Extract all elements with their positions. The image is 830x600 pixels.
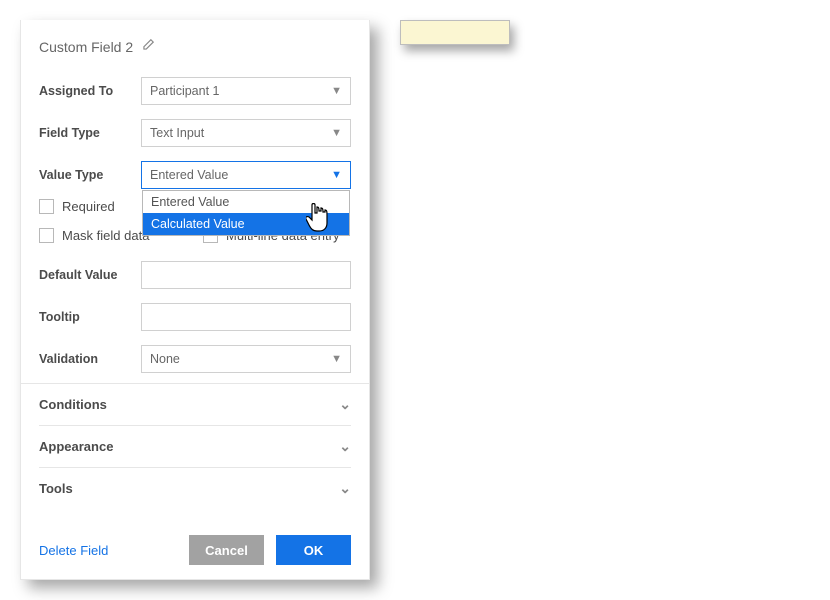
chevron-down-icon: ▼ bbox=[331, 353, 342, 365]
value-type-label: Value Type bbox=[39, 168, 141, 182]
value-type-option-entered[interactable]: Entered Value bbox=[143, 191, 349, 213]
field-type-value: Text Input bbox=[150, 126, 204, 140]
conditions-label: Conditions bbox=[39, 397, 107, 412]
field-type-select[interactable]: Text Input ▼ bbox=[141, 119, 351, 147]
value-type-dropdown: Entered Value Calculated Value bbox=[142, 190, 350, 236]
field-type-label: Field Type bbox=[39, 126, 141, 140]
value-type-option-calculated[interactable]: Calculated Value bbox=[143, 213, 349, 235]
tooltip-label: Tooltip bbox=[39, 310, 141, 324]
required-checkbox[interactable] bbox=[39, 199, 54, 214]
default-value-input[interactable] bbox=[141, 261, 351, 289]
chevron-down-icon: ▼ bbox=[331, 127, 342, 139]
chevron-down-icon: ⌄ bbox=[339, 438, 351, 455]
value-type-select[interactable]: Entered Value ▼ Entered Value Calculated… bbox=[141, 161, 351, 189]
default-value-label: Default Value bbox=[39, 268, 141, 282]
field-properties-panel: Custom Field 2 Assigned To Participant 1… bbox=[20, 20, 370, 580]
delete-field-link[interactable]: Delete Field bbox=[39, 543, 108, 558]
chevron-down-icon: ⌄ bbox=[339, 396, 351, 413]
chevron-down-icon: ⌄ bbox=[339, 480, 351, 497]
assigned-to-label: Assigned To bbox=[39, 84, 141, 98]
validation-select[interactable]: None ▼ bbox=[141, 345, 351, 373]
assigned-to-select[interactable]: Participant 1 ▼ bbox=[141, 77, 351, 105]
validation-value: None bbox=[150, 352, 180, 366]
value-type-value: Entered Value bbox=[150, 168, 228, 182]
tools-expander[interactable]: Tools ⌄ bbox=[39, 468, 351, 509]
chevron-down-icon: ▼ bbox=[331, 169, 342, 181]
required-label: Required bbox=[62, 199, 115, 214]
mask-field-data-label: Mask field data bbox=[62, 228, 149, 243]
conditions-expander[interactable]: Conditions ⌄ bbox=[39, 384, 351, 426]
validation-label: Validation bbox=[39, 352, 141, 366]
appearance-label: Appearance bbox=[39, 439, 113, 454]
tools-label: Tools bbox=[39, 481, 73, 496]
mask-field-data-checkbox[interactable] bbox=[39, 228, 54, 243]
chevron-down-icon: ▼ bbox=[331, 85, 342, 97]
assigned-to-value: Participant 1 bbox=[150, 84, 219, 98]
tooltip-input[interactable] bbox=[141, 303, 351, 331]
cancel-button[interactable]: Cancel bbox=[189, 535, 264, 565]
ok-button[interactable]: OK bbox=[276, 535, 351, 565]
edit-title-icon[interactable] bbox=[141, 38, 155, 55]
appearance-expander[interactable]: Appearance ⌄ bbox=[39, 426, 351, 468]
panel-title: Custom Field 2 bbox=[39, 39, 133, 55]
form-field-preview[interactable] bbox=[400, 20, 510, 45]
